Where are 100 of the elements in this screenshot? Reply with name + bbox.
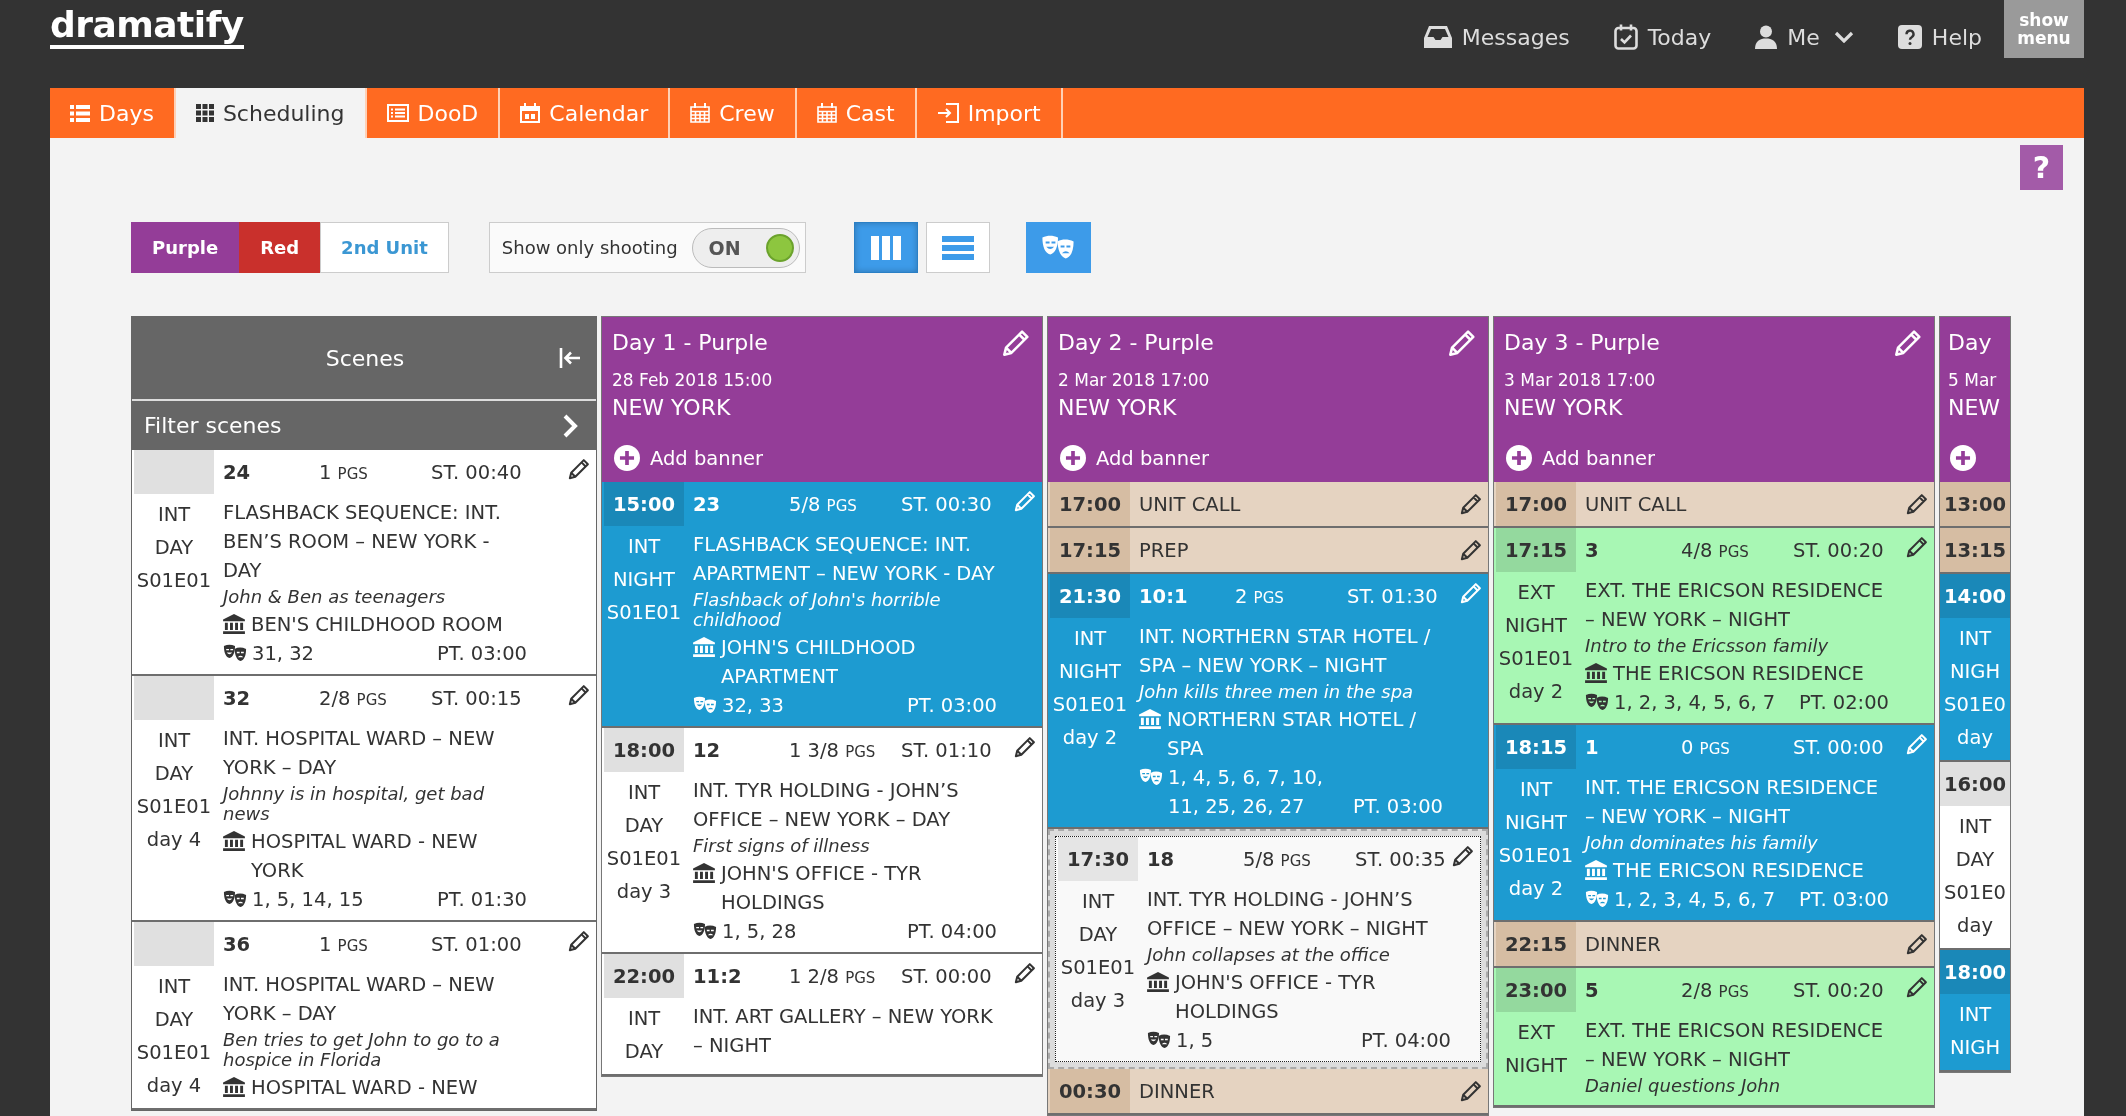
story-day-label: day 4 — [146, 827, 202, 853]
schedule-event[interactable]: 17:00 UNIT CALL — [1048, 482, 1488, 528]
cast-numbers: 32, 33 — [722, 693, 785, 719]
time-cell: 18:00 — [1940, 950, 2010, 994]
grid-icon — [195, 104, 214, 122]
episode-label: S01E01 — [136, 568, 212, 594]
unit-filter-button[interactable]: Red — [239, 222, 321, 273]
episode-label: S01E0 — [1944, 880, 2006, 906]
page-count: 5/8 PGS — [1243, 847, 1311, 871]
theater-masks-icon — [1585, 693, 1609, 712]
story-day-label: day 4 — [146, 1073, 202, 1099]
pencil-icon[interactable] — [1460, 1080, 1482, 1102]
schedule-event[interactable]: 13:15 — [1940, 528, 2010, 574]
screen-time: ST. 01:30 — [1347, 584, 1438, 608]
pencil-icon[interactable] — [568, 684, 590, 706]
event-label: UNIT CALL — [1139, 492, 1241, 516]
pencil-icon[interactable] — [1460, 493, 1482, 515]
schedule-event[interactable]: 00:30 DINNER — [1048, 1069, 1488, 1115]
schedule-event[interactable]: 17:00 UNIT CALL — [1494, 482, 1934, 528]
list-view-button[interactable] — [925, 222, 990, 273]
interior-exterior-label: EXT — [1517, 1020, 1555, 1046]
cast-view-button[interactable] — [1025, 222, 1091, 273]
interior-exterior-label: INT — [1519, 777, 1553, 803]
day-location: NEW YORK — [1058, 394, 1177, 422]
building-icon — [693, 863, 715, 883]
schedule-event[interactable]: 22:15 DINNER — [1494, 922, 1934, 968]
help-button[interactable]: ? — [2020, 145, 2063, 190]
screen-time: ST. 00:00 — [901, 964, 992, 988]
pencil-icon[interactable] — [1014, 736, 1036, 758]
scene-card[interactable]: 18:00 INT NIGH — [1940, 950, 2010, 1072]
time-cell: 00:30 — [1050, 1069, 1130, 1113]
add-banner-button[interactable]: Add banner — [1058, 440, 1209, 476]
day-date: 2 Mar 2018 17:00 — [1058, 369, 1210, 391]
pencil-icon[interactable] — [1906, 536, 1928, 558]
account-menu[interactable]: Me — [1755, 24, 1854, 50]
day-location: NEW — [1948, 394, 2001, 422]
plus-circle-icon — [1950, 445, 1976, 471]
slugline: INT. THE ERICSON RESIDENCE – NEW YORK – NIGHT — [1585, 775, 1880, 830]
filter-scenes-button[interactable]: Filter scenes — [132, 399, 596, 450]
pencil-icon[interactable] — [1906, 976, 1928, 998]
pencil-icon[interactable] — [1014, 962, 1036, 984]
time-cell: 22:15 — [1496, 922, 1576, 966]
screen-time: ST. 00:20 — [1793, 978, 1884, 1002]
interior-exterior-label: INT — [1073, 626, 1107, 652]
scene-card[interactable]: 16:00 INT DAY S01E0 day — [1940, 762, 2010, 950]
pencil-icon[interactable] — [1906, 493, 1928, 515]
cast-numbers: 1, 5, 28 — [722, 919, 797, 945]
scene-card[interactable]: INT DAY S01E01 day 4 32 2/8 PGS ST. 00:15 INT. HOSPITAL WARD – NEW YORK – DAY Johnny is in hospital, get bad news HOSPITAL WARD - NEW YORK 1, 5, 14, 15 PT. 01:30 — [132, 676, 596, 922]
collapse-icon[interactable] — [558, 346, 582, 370]
set-name: JOHN'S OFFICE - TYR HOLDINGS — [1175, 970, 1377, 1025]
screen-time: ST. 00:15 — [431, 686, 522, 710]
pencil-icon[interactable] — [1906, 933, 1928, 955]
page-count: 4/8 PGS — [1681, 538, 1749, 562]
caret-icon — [1833, 31, 1854, 43]
unit-filter-button[interactable]: Purple — [131, 222, 240, 273]
page-count: 1 3/8 PGS — [789, 738, 876, 762]
story-day-label: day — [1957, 913, 1993, 939]
time-cell: 18:00 — [604, 728, 684, 772]
interior-exterior-label: INT — [157, 728, 191, 754]
scene-card[interactable]: INT DAY S01E01 day 4 36 1 PGS ST. 01:00 INT. HOSPITAL WARD – NEW YORK – DAY Ben tries to get John to go to a hospice in Florida HOSPITAL WARD - NEW — [132, 922, 596, 1110]
time-cell: 17:15 — [1050, 528, 1130, 572]
scene-card[interactable]: 23:00 EXT NIGHT 5 2/8 PGS ST. 00:20 EXT. THE ERICSON RESIDENCE – NEW YORK – NIGHT Daniel questions John — [1494, 968, 1934, 1107]
scene-card[interactable]: 22:00 INT DAY 11:2 1 2/8 PGS ST. 00:00 INT. ART GALLERY – NEW YORK – NIGHT — [602, 954, 1042, 1076]
scene-card[interactable]: 17:15 EXT NIGHT S01E01 day 2 3 4/8 PGS ST. 00:20 EXT. THE ERICSON RESIDENCE – NEW YORK – NIGHT Intro to the Ericsson family THE ERICSON RESIDENCE 1, 2, 3, 4, 5, 6, 7 PT. 02:00 — [1494, 528, 1934, 725]
episode-label: S01E01 — [136, 794, 212, 820]
production-time: PT. 01:30 — [437, 887, 527, 913]
user-icon — [1755, 25, 1778, 49]
column-view-button[interactable] — [853, 222, 918, 273]
slugline: FLASHBACK SEQUENCE: INT. BEN’S ROOM – NEW YORK - DAY — [223, 500, 502, 584]
app-logo[interactable]: dramatify — [50, 5, 244, 49]
columns-icon — [870, 235, 901, 260]
messages-link[interactable]: Messages — [1423, 24, 1570, 50]
schedule-event[interactable]: 17:15 PREP — [1048, 528, 1488, 574]
pencil-icon[interactable] — [568, 458, 590, 480]
nav-tab[interactable]: Scheduling — [175, 88, 367, 138]
scene-card[interactable]: 14:00 INT NIGH S01E0 day — [1940, 574, 2010, 762]
add-banner-button[interactable]: Add banner — [1504, 440, 1655, 476]
schedule-event[interactable]: 13:00 — [1940, 482, 2010, 528]
page-count: 5/8 PGS — [789, 492, 857, 516]
production-time: PT. 02:00 — [1799, 690, 1889, 716]
scene-card[interactable]: 18:15 INT NIGHT S01E01 day 2 1 0 PGS ST. 00:00 INT. THE ERICSON RESIDENCE – NEW YORK – NIGHT John dominates his family THE ERICSON RESIDENCE 1, 2, 3, 4, 5, 6, 7 PT. 03:00 — [1494, 725, 1934, 922]
scene-card[interactable]: 15:00 INT NIGHT S01E01 23 5/8 PGS ST. 00:30 FLASHBACK SEQUENCE: INT. APARTMENT – NEW YORK - DAY Flashback of John's horrible childhood JOHN'S CHILDHOOD APARTMENT 32, 33 PT. 03:00 — [602, 482, 1042, 728]
day-night-label: NIGHT — [1059, 659, 1121, 685]
slugline: EXT. THE ERICSON RESIDENCE – NEW YORK – NIGHT — [1585, 1018, 1885, 1073]
today-link[interactable]: Today — [1613, 24, 1712, 50]
pencil-icon[interactable] — [1452, 845, 1474, 867]
page-count: 2/8 PGS — [319, 686, 387, 710]
slugline: FLASHBACK SEQUENCE: INT. APARTMENT – NEW YORK - DAY — [693, 532, 995, 587]
theater-masks-icon — [1139, 768, 1163, 787]
screen-time: ST. 00:30 — [901, 492, 992, 516]
help-link[interactable]: Help — [1897, 24, 1982, 50]
scene-card[interactable] — [1048, 574, 1488, 829]
pencil-icon[interactable] — [568, 930, 590, 952]
event-label: DINNER — [1585, 932, 1661, 956]
pencil-icon[interactable] — [1460, 539, 1482, 561]
chevron-right-icon — [562, 413, 578, 438]
add-banner-button[interactable]: Add banner — [612, 440, 763, 476]
toggle-switch[interactable]: ON — [691, 227, 800, 268]
theater-masks-icon — [223, 644, 247, 663]
day-night-label: NIGH — [1949, 659, 2001, 685]
